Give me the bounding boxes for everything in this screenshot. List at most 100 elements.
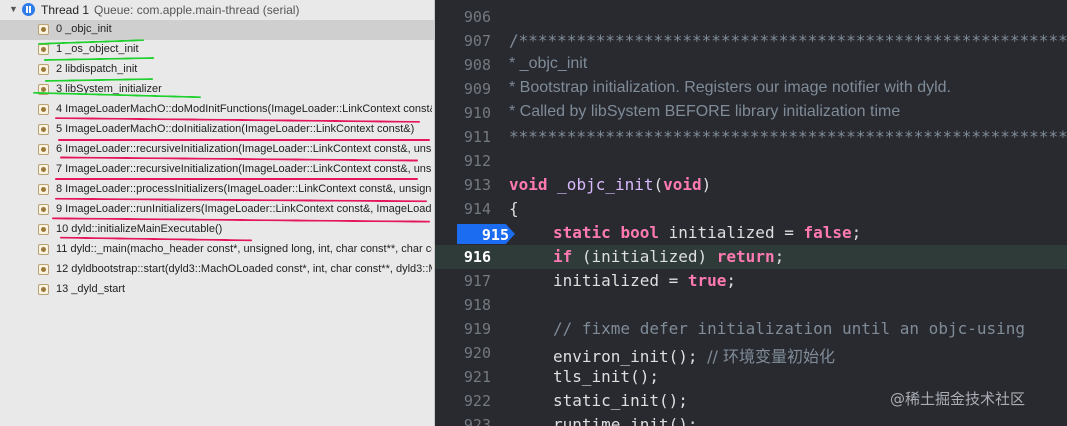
code-line: 909 * Bootstrap initialization. Registers… <box>435 77 1067 101</box>
breakpoint-marker[interactable]: 915 <box>457 224 515 244</box>
thread-icon <box>22 3 35 16</box>
code-comment: // 环境变量初始化 <box>707 347 836 366</box>
line-number: 917 <box>463 272 491 290</box>
line-number: 923 <box>463 416 491 426</box>
stack-frame-label: 0 _objc_init <box>56 23 112 35</box>
code-text: environ_init(); // 环境变量初始化 <box>553 343 835 367</box>
code-line: 918 <box>435 293 1067 317</box>
stack-frame-label: 5 ImageLoaderMachO::doInitialization(Ima… <box>56 123 415 135</box>
line-number: 920 <box>463 344 491 362</box>
paren: ) <box>701 175 712 194</box>
line-number: 910 <box>463 104 491 122</box>
code-line: 917 initialized = true; <box>435 269 1067 293</box>
stack-frame-icon <box>38 64 49 75</box>
code-text: { <box>509 199 519 218</box>
stack-frame-label: 12 dyldbootstrap::start(dyld3::MachOLoad… <box>56 263 432 275</box>
source-editor[interactable]: 906 907 /********************************… <box>435 0 1067 426</box>
function-call: tls_init(); <box>553 367 659 386</box>
code-text: * Bootstrap initialization. Registers ou… <box>509 79 951 96</box>
stack-frame-icon <box>38 24 49 35</box>
stack-frame-label: 1 _os_object_init <box>56 43 139 55</box>
code-line: 919 // fixme defer initialization until a… <box>435 317 1067 341</box>
stack-frame-5[interactable]: 5 ImageLoaderMachO::doInitialization(Ima… <box>0 120 434 140</box>
paren: ( <box>653 175 664 194</box>
disclosure-triangle-icon[interactable]: ▼ <box>9 4 18 14</box>
code-text: void _objc_init(void) <box>509 175 711 194</box>
line-number: 918 <box>463 296 491 314</box>
code-line: 923 runtime_init(); <box>435 413 1067 426</box>
stack-frame-icon <box>38 104 49 115</box>
thread-row[interactable]: ▼ Thread 1 Queue: com.apple.main-thread (… <box>0 0 434 20</box>
stack-frame-label: 13 _dyld_start <box>56 283 126 295</box>
code-line: 920 environ_init(); // 环境变量初始化 <box>435 341 1067 367</box>
keyword: static <box>553 223 611 242</box>
code-line-current: 916 if (initialized) return; <box>435 245 1067 269</box>
stack-frame-12[interactable]: 12 dyldbootstrap::start(dyld3::MachOLoad… <box>0 260 434 280</box>
function-call: static_init(); <box>553 391 688 410</box>
line-number: 922 <box>463 392 491 410</box>
code-plain: (initialized) <box>581 247 708 266</box>
line-number: 919 <box>463 320 491 338</box>
stack-frame-icon <box>38 224 49 235</box>
code-line: 907 /************************************… <box>435 29 1067 53</box>
stack-frame-13[interactable]: 13 _dyld_start <box>0 280 434 300</box>
thread-queue: Queue: com.apple.main-thread (serial) <box>94 3 300 17</box>
line-number: 914 <box>463 200 491 218</box>
stack-frame-icon <box>38 144 49 155</box>
code-plain: initialized = <box>553 271 679 290</box>
line-number: 906 <box>463 8 491 26</box>
keyword: if <box>553 247 573 266</box>
function-call: environ_init(); <box>553 347 698 366</box>
semicolon: ; <box>774 247 785 266</box>
line-number: 913 <box>463 176 491 194</box>
stack-frame-label: 8 ImageLoader::processInitializers(Image… <box>56 183 432 195</box>
code-plain: initialized = <box>668 223 794 242</box>
annotation-underline-red <box>55 178 418 180</box>
code-line: 908 * _objc_init <box>435 53 1067 77</box>
keyword: void <box>509 175 548 194</box>
stack-frame-7[interactable]: 7 ImageLoader::recursiveInitialization(I… <box>0 160 434 180</box>
stack-frame-label: 2 libdispatch_init <box>56 63 138 75</box>
breakpoint-line-number: 915 <box>481 226 509 244</box>
stack-frame-0[interactable]: 0 _objc_init <box>0 20 434 40</box>
code-line: 906 <box>435 5 1067 29</box>
code-comment: // fixme defer initialization until an o… <box>553 319 1026 338</box>
code-line: 912 <box>435 149 1067 173</box>
stack-frame-3[interactable]: 3 libSystem_initializer <box>0 80 434 100</box>
stack-frame-11[interactable]: 11 dyld::_main(macho_header const*, unsi… <box>0 240 434 260</box>
code-text: ****************************************… <box>509 127 1067 146</box>
annotation-underline-red <box>58 139 430 141</box>
stack-frame-label: 11 dyld::_main(macho_header const*, unsi… <box>56 243 432 255</box>
stack-frame-icon <box>38 44 49 55</box>
line-number: 916 <box>463 248 491 266</box>
line-number: 908 <box>463 56 491 74</box>
stack-frame-icon <box>38 284 49 295</box>
stack-frame-icon <box>38 244 49 255</box>
code-line: 914 { <box>435 197 1067 221</box>
line-number: 912 <box>463 152 491 170</box>
code-text: static bool initialized = false; <box>553 223 861 242</box>
code-line-breakpoint: static bool initialized = false; <box>435 221 1067 245</box>
code-text: * Called by libSystem BEFORE library ini… <box>509 103 901 120</box>
stack-frame-2[interactable]: 2 libdispatch_init <box>0 60 434 80</box>
thread-label: Thread 1 Queue: com.apple.main-thread (se… <box>41 3 299 17</box>
code-line: 913 void _objc_init(void) <box>435 173 1067 197</box>
stack-frame-icon <box>38 264 49 275</box>
stack-frame-label: 10 dyld::initializeMainExecutable() <box>56 223 223 235</box>
function-name: _objc_init <box>557 175 654 194</box>
stack-frame-label: 4 ImageLoaderMachO::doModInitFunctions(I… <box>56 103 432 115</box>
stack-frame-icon <box>38 164 49 175</box>
keyword: false <box>803 223 852 242</box>
keyword: return <box>716 247 775 266</box>
keyword: true <box>687 271 727 290</box>
function-call: runtime_init(); <box>553 415 698 426</box>
keyword: void <box>663 175 702 194</box>
line-number: 911 <box>463 128 491 146</box>
stack-frame-label: 6 ImageLoader::recursiveInitialization(I… <box>56 143 432 155</box>
code-text: initialized = true; <box>553 271 736 290</box>
stack-frame-icon <box>38 124 49 135</box>
semicolon: ; <box>851 223 862 242</box>
semicolon: ; <box>726 271 737 290</box>
stack-frame-label: 7 ImageLoader::recursiveInitialization(I… <box>56 163 432 175</box>
stack-frame-icon <box>38 184 49 195</box>
